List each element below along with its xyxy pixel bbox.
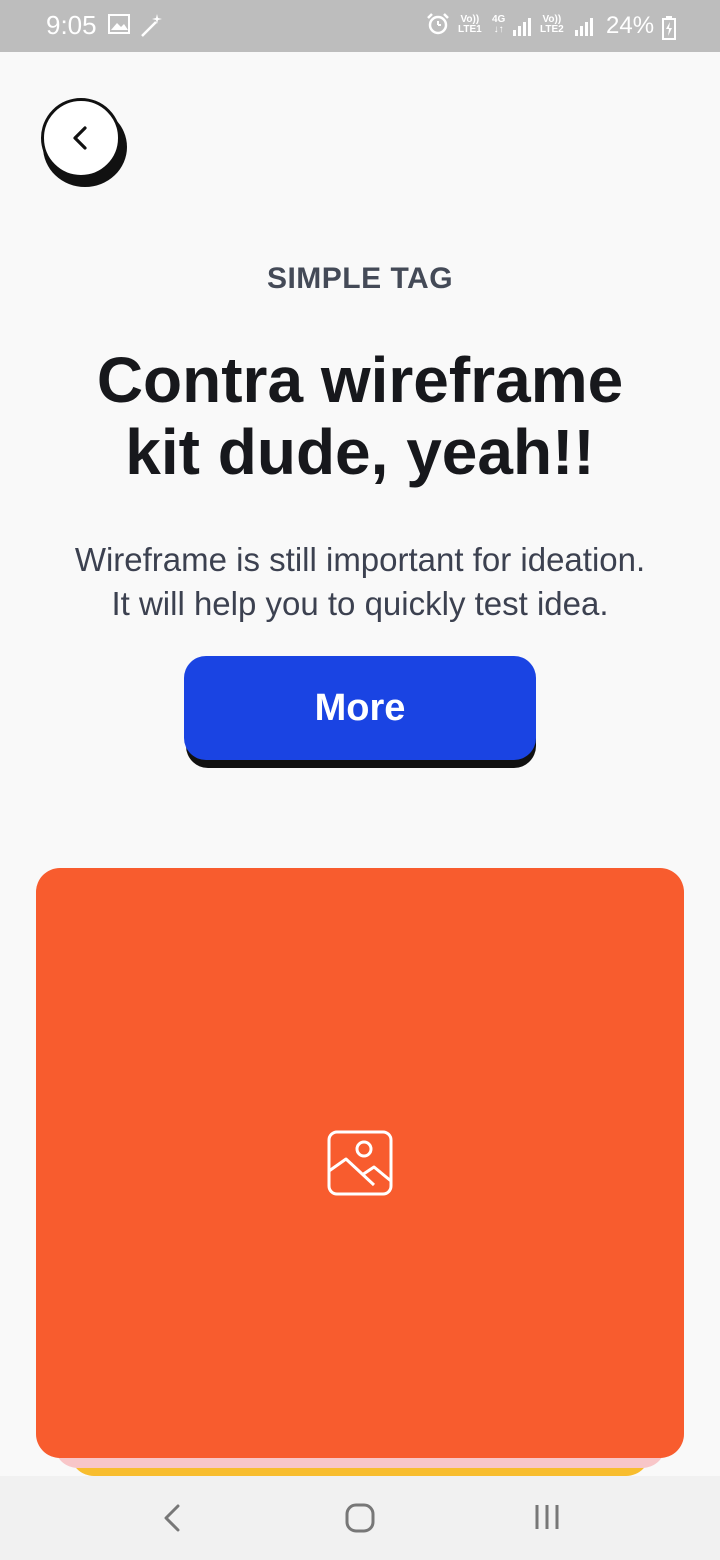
headline-line-1: Contra wireframe xyxy=(96,344,624,416)
magic-wand-icon xyxy=(138,12,164,43)
body-line-2: It will help you to quickly test idea. xyxy=(111,585,609,622)
more-button[interactable]: More xyxy=(184,656,536,760)
sim1-lte-label: LTE1 xyxy=(458,24,482,35)
headline-line-2: kit dude, yeah!! xyxy=(125,416,595,488)
nav-back-icon[interactable] xyxy=(160,1502,186,1539)
signal-icon xyxy=(512,16,534,41)
status-time: 9:05 xyxy=(46,10,97,40)
sim2-lte-label: LTE2 xyxy=(540,24,564,35)
body-line-1: Wireframe is still important for ideatio… xyxy=(74,541,646,578)
sim2-label: Vo)) LTE2 xyxy=(540,15,564,35)
navigation-bar xyxy=(0,1476,720,1560)
gallery-icon xyxy=(108,14,130,39)
headline: Contra wireframe kit dude, yeah!! xyxy=(10,344,710,488)
battery-charging-icon xyxy=(662,16,676,45)
chevron-left-icon xyxy=(73,126,87,150)
alarm-icon xyxy=(426,12,450,41)
section-tag: SIMPLE TAG xyxy=(266,262,454,295)
sim1-label: Vo)) LTE1 xyxy=(458,15,482,35)
battery-percent: 24% xyxy=(606,12,655,39)
nav-recents-icon[interactable] xyxy=(532,1502,562,1537)
status-bar: 9:05 Vo)) LTE1 4G ↓↑ Vo)) LTE2 24% xyxy=(0,0,720,52)
signal-icon xyxy=(574,16,596,41)
back-button[interactable] xyxy=(41,98,121,178)
body-text: Wireframe is still important for ideatio… xyxy=(10,538,710,626)
image-placeholder-icon xyxy=(327,1130,393,1196)
data-arrows-icon: ↓↑ xyxy=(493,24,504,35)
network-type: 4G ↓↑ xyxy=(492,15,505,35)
image-card[interactable] xyxy=(36,868,684,1458)
nav-home-icon[interactable] xyxy=(344,1502,376,1539)
